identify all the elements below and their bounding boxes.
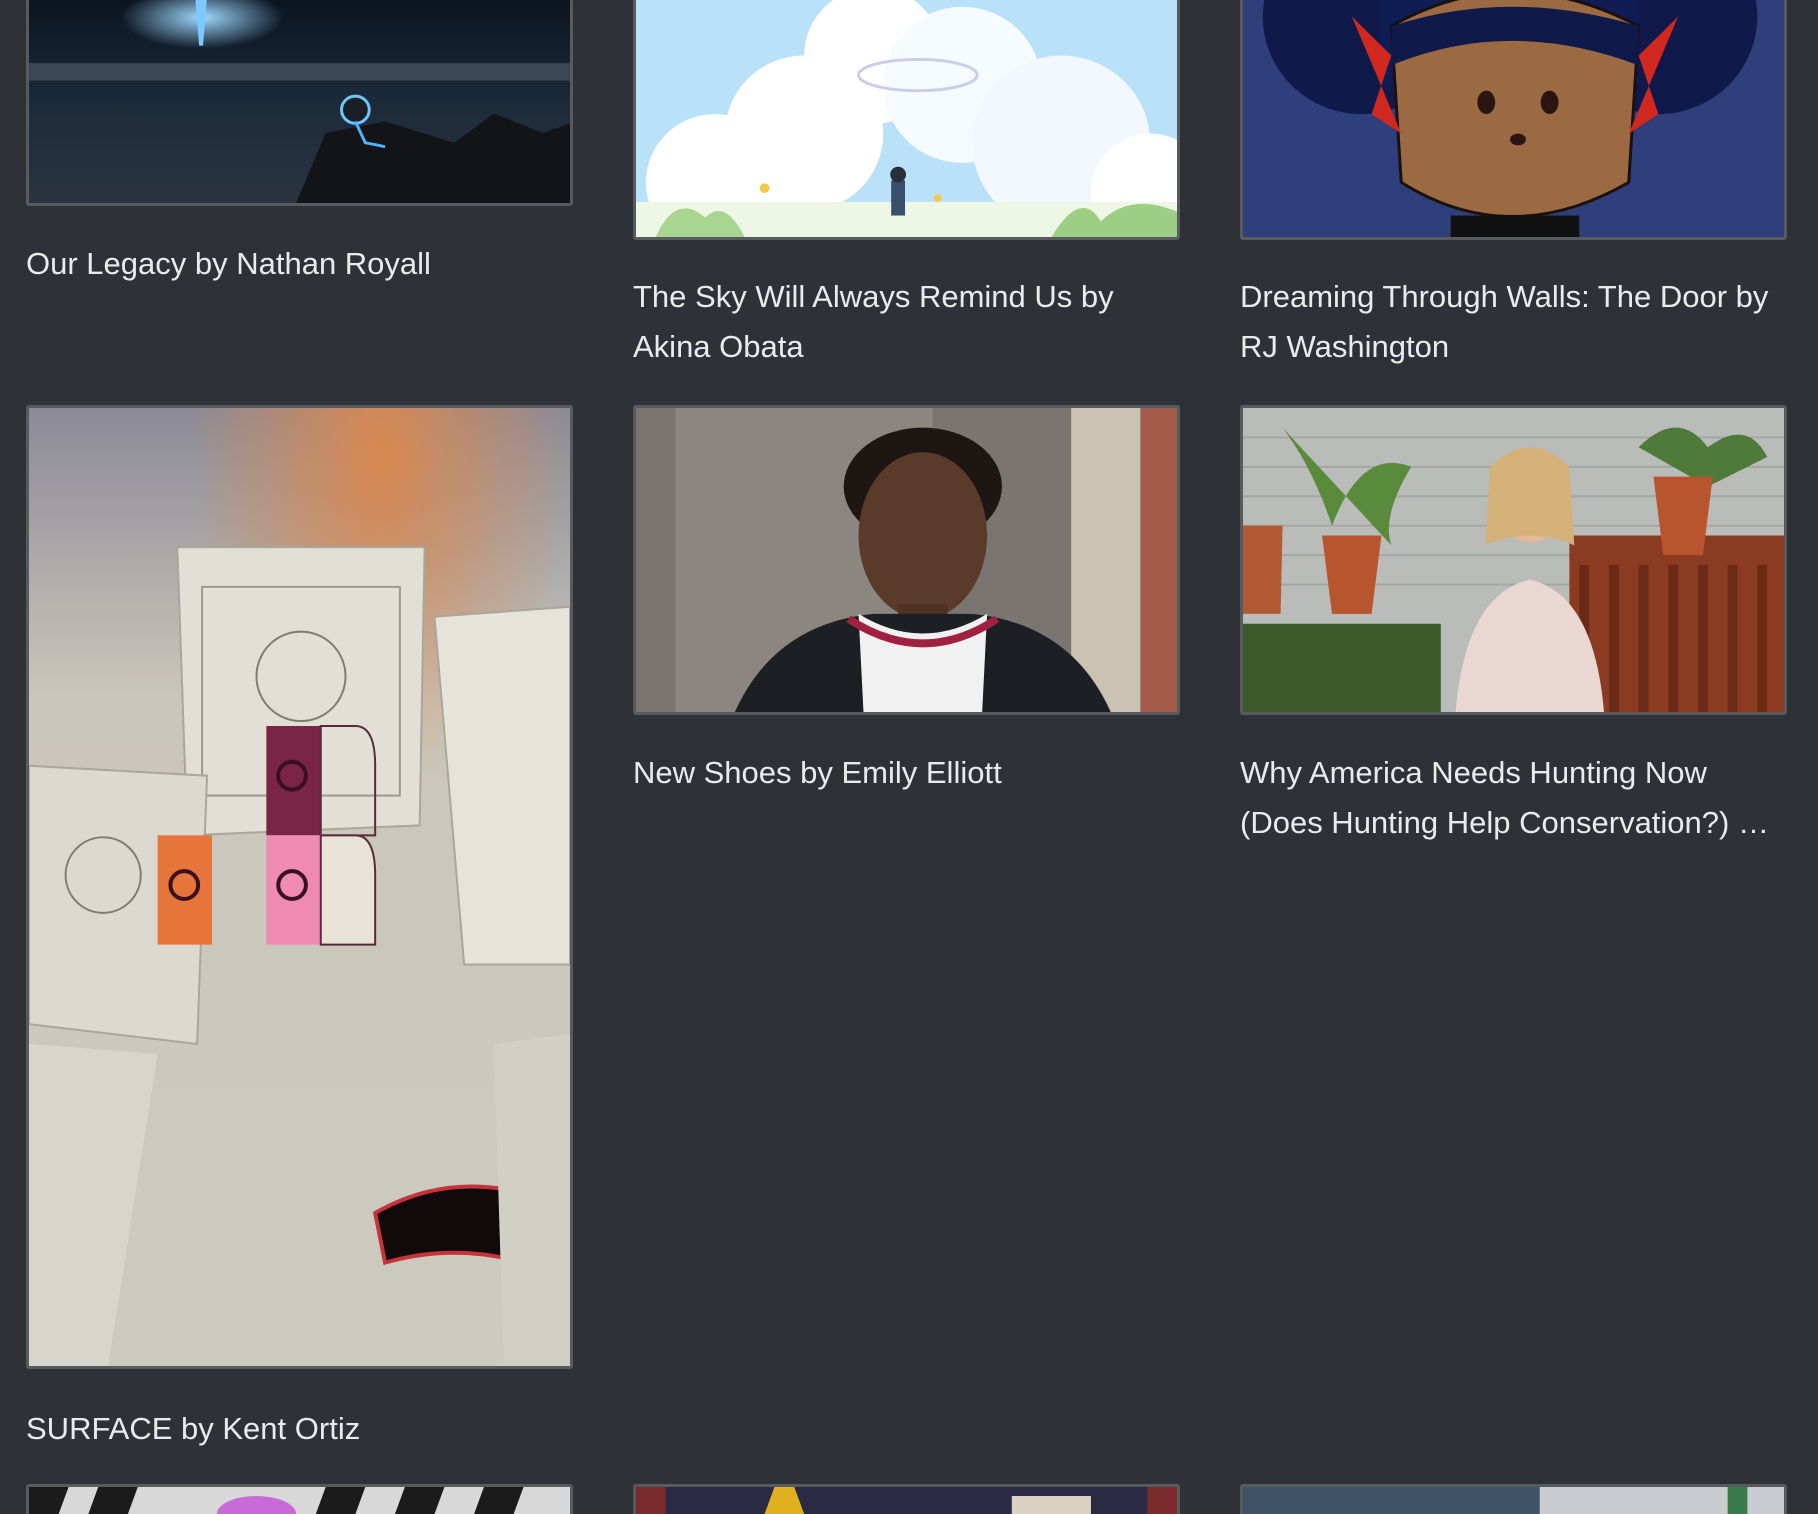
video-thumbnail-row3-col1[interactable] <box>26 1484 573 1514</box>
video-title-dreaming-walls[interactable]: Dreaming Through Walls: The Door by RJ W… <box>1240 272 1768 372</box>
city-night-thumbnail <box>636 1487 1177 1514</box>
video-thumbnail-hunting[interactable] <box>1240 405 1787 715</box>
video-title-new-shoes[interactable]: New Shoes by Emily Elliott <box>633 748 1002 798</box>
abstract-paper-faces-thumbnail <box>29 408 570 1366</box>
blue-gray-thumbnail <box>1243 1487 1784 1514</box>
video-thumbnail-sky-remind[interactable] <box>633 0 1180 240</box>
night-lake-thumbnail <box>29 0 570 203</box>
video-thumbnail-our-legacy[interactable] <box>26 0 573 206</box>
woman-deck-plants-thumbnail <box>1243 408 1784 712</box>
video-thumbnail-row3-col3[interactable] <box>1240 1484 1787 1514</box>
video-thumbnail-surface[interactable] <box>26 405 573 1369</box>
video-thumbnail-new-shoes[interactable] <box>633 405 1180 715</box>
video-title-surface[interactable]: SURFACE by Kent Ortiz <box>26 1404 360 1454</box>
portrait-man-thumbnail <box>636 408 1177 712</box>
sky-clouds-thumbnail <box>636 0 1177 237</box>
video-grid: Our Legacy by Nathan Royall The Sky Will… <box>0 0 1818 1514</box>
video-title-our-legacy[interactable]: Our Legacy by Nathan Royall <box>26 239 431 289</box>
video-title-sky-remind[interactable]: The Sky Will Always Remind Us by Akina O… <box>633 272 1114 372</box>
video-title-hunting[interactable]: Why America Needs Hunting Now (Does Hunt… <box>1240 748 1769 848</box>
video-thumbnail-row3-col2[interactable] <box>633 1484 1180 1514</box>
striped-thumbnail <box>29 1487 570 1514</box>
video-thumbnail-dreaming-walls[interactable] <box>1240 0 1787 240</box>
cartoon-girl-thumbnail <box>1243 0 1784 237</box>
